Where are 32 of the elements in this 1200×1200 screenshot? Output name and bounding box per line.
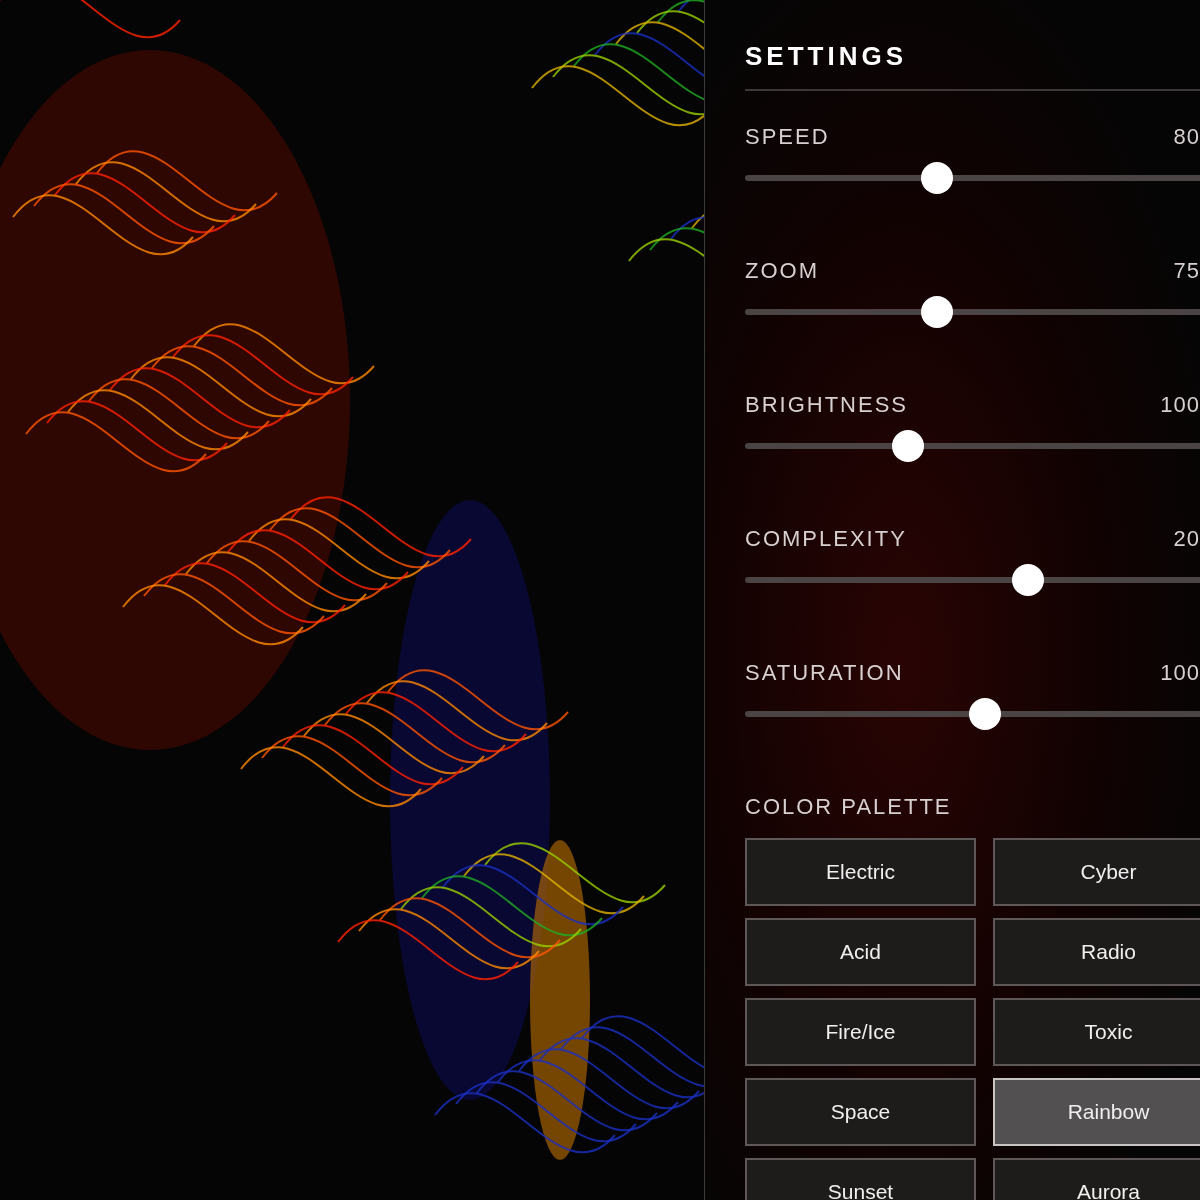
slider-thumb[interactable] [920, 296, 953, 328]
palette-button[interactable]: Space [745, 1078, 976, 1146]
palette-button[interactable]: Radio [993, 918, 1200, 986]
slider-track[interactable] [745, 296, 1200, 328]
slider-value: 100 [1160, 392, 1200, 418]
slider-track[interactable] [745, 430, 1200, 462]
palette-button[interactable]: Toxic [993, 998, 1200, 1066]
slider-track[interactable] [745, 698, 1200, 730]
palette-button[interactable]: Sunset [745, 1158, 976, 1200]
slider-label: BRIGHTNESS [745, 391, 909, 419]
slider-track[interactable] [745, 564, 1200, 596]
slider-value: 100 [1160, 660, 1200, 686]
palette-button[interactable]: Acid [745, 918, 976, 986]
slider-label: COMPLEXITY [745, 525, 907, 553]
palette-button[interactable]: Cyber [993, 838, 1200, 906]
slider-thumb[interactable] [891, 430, 924, 462]
palette-button[interactable]: Rainbow [993, 1078, 1200, 1146]
palette-button[interactable]: Fire/Ice [745, 998, 976, 1066]
slider-label: ZOOM [745, 257, 819, 285]
slider-value: 75 [1173, 258, 1200, 284]
slider-thumb[interactable] [1011, 564, 1044, 596]
slider-thumb[interactable] [920, 162, 953, 194]
slider-track[interactable] [745, 162, 1200, 194]
slider-label: SATURATION [745, 659, 904, 687]
slider-label: SPEED [745, 123, 830, 151]
slider-thumb[interactable] [968, 698, 1001, 730]
slider-value: 80 [1173, 124, 1200, 150]
palette-label: COLOR PALETTE [745, 793, 953, 821]
palette-button[interactable]: Electric [745, 838, 976, 906]
palette-button[interactable]: Aurora [993, 1158, 1200, 1200]
panel-title: SETTINGS [745, 40, 908, 72]
slider-value: 20 [1173, 526, 1200, 552]
